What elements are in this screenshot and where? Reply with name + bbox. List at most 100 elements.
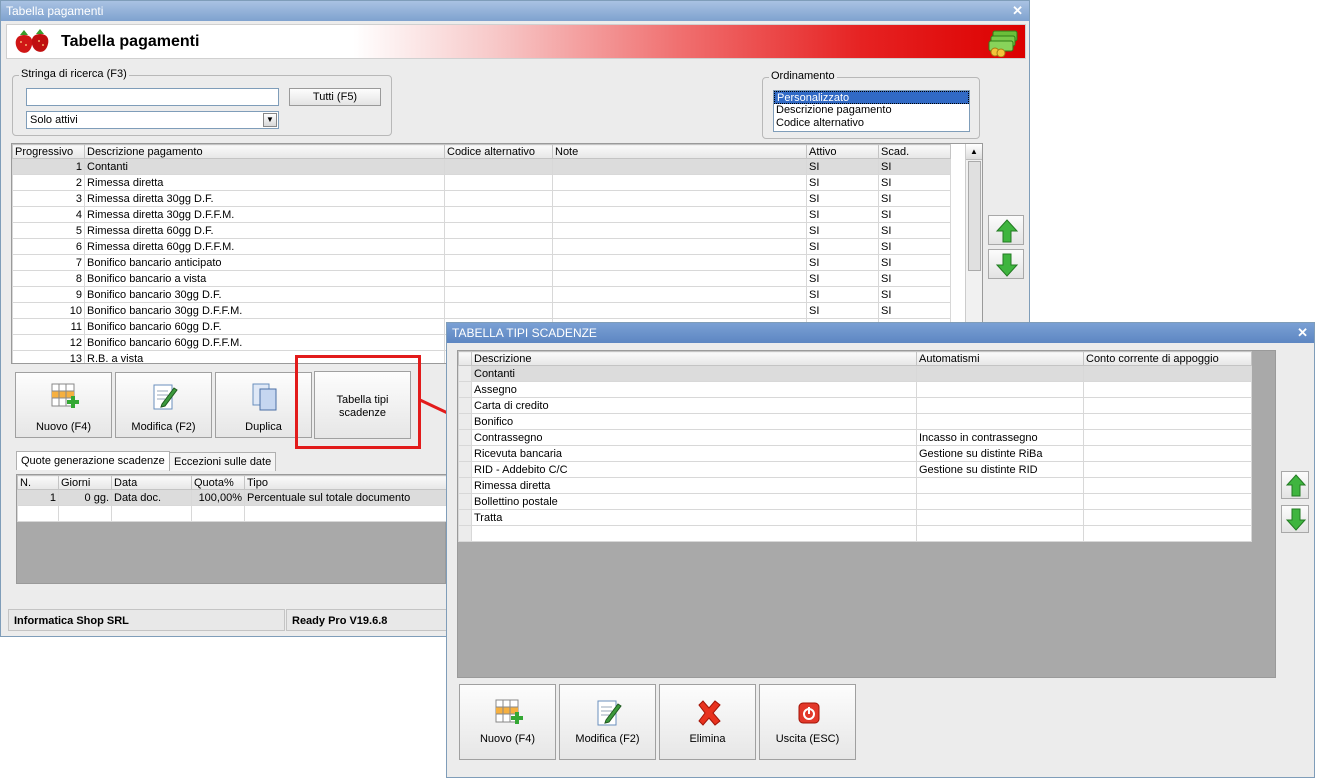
new-button[interactable]: Nuovo (F4): [15, 372, 112, 438]
table-cell[interactable]: [552, 302, 807, 319]
table-cell[interactable]: Tratta: [471, 509, 917, 526]
row-indicator[interactable]: [458, 413, 472, 430]
table-cell[interactable]: Assegno: [471, 381, 917, 398]
table-cell[interactable]: [916, 413, 1084, 430]
table-row[interactable]: 10 gg. Data doc. 100,00% Percentuale sul to…: [17, 489, 448, 506]
row-indicator[interactable]: [458, 493, 472, 510]
table-cell[interactable]: [1083, 445, 1252, 462]
dialog-delete-button[interactable]: Elimina: [659, 684, 756, 760]
table-cell[interactable]: SI: [878, 206, 951, 223]
row-indicator[interactable]: [458, 381, 472, 398]
table-cell[interactable]: [1083, 509, 1252, 526]
table-cell[interactable]: [552, 174, 807, 191]
table-cell[interactable]: SI: [806, 238, 879, 255]
table-cell[interactable]: SI: [878, 238, 951, 255]
table-cell[interactable]: 4: [12, 206, 85, 223]
table-cell[interactable]: SI: [878, 302, 951, 319]
table-cell[interactable]: Bonifico bancario 60gg D.F.: [84, 318, 445, 335]
table-row[interactable]: Ricevuta bancaria Gestione su distinte Ri…: [458, 445, 1252, 462]
row-indicator[interactable]: [458, 509, 472, 526]
close-icon[interactable]: ✕: [1012, 1, 1023, 21]
table-cell[interactable]: Data doc.: [111, 489, 192, 506]
table-cell[interactable]: Ricevuta bancaria: [471, 445, 917, 462]
table-row[interactable]: 3 Rimessa diretta 30gg D.F. SI SI: [12, 190, 951, 207]
chevron-down-icon[interactable]: ▼: [263, 113, 277, 127]
table-cell[interactable]: [1083, 525, 1252, 542]
col-header-codice[interactable]: Codice alternativo: [444, 144, 553, 159]
table-cell[interactable]: [552, 158, 807, 175]
table-cell[interactable]: [552, 190, 807, 207]
table-cell[interactable]: [444, 190, 553, 207]
table-row[interactable]: RID - Addebito C/C Gestione su distinte R…: [458, 461, 1252, 478]
col-header-data[interactable]: Data: [111, 475, 192, 490]
search-input[interactable]: [26, 88, 279, 106]
table-cell[interactable]: [17, 505, 59, 522]
table-cell[interactable]: SI: [806, 206, 879, 223]
table-row[interactable]: 2 Rimessa diretta SI SI: [12, 174, 951, 191]
table-cell[interactable]: [916, 509, 1084, 526]
table-row[interactable]: 10 Bonifico bancario 30gg D.F.F.M. SI SI: [12, 302, 951, 319]
table-cell[interactable]: Rimessa diretta 60gg D.F.F.M.: [84, 238, 445, 255]
table-cell[interactable]: 8: [12, 270, 85, 287]
table-cell[interactable]: Bonifico bancario 60gg D.F.F.M.: [84, 334, 445, 351]
scroll-thumb[interactable]: [968, 161, 981, 271]
row-indicator[interactable]: [458, 461, 472, 478]
table-row-empty[interactable]: [458, 525, 1252, 542]
table-cell[interactable]: [111, 505, 192, 522]
table-cell[interactable]: [444, 174, 553, 191]
table-row[interactable]: Contanti: [458, 365, 1252, 382]
table-cell[interactable]: [916, 525, 1084, 542]
table-cell[interactable]: 13: [12, 350, 85, 363]
table-cell[interactable]: [552, 254, 807, 271]
table-cell[interactable]: Percentuale sul totale documento: [244, 489, 448, 506]
table-cell[interactable]: [552, 238, 807, 255]
table-row[interactable]: 5 Rimessa diretta 60gg D.F. SI SI: [12, 222, 951, 239]
table-cell[interactable]: SI: [806, 158, 879, 175]
table-cell[interactable]: Bonifico: [471, 413, 917, 430]
table-cell[interactable]: [444, 238, 553, 255]
table-cell[interactable]: 11: [12, 318, 85, 335]
scroll-up-icon[interactable]: ▲: [966, 144, 982, 160]
table-row[interactable]: Contrassegno Incasso in contrassegno: [458, 429, 1252, 446]
table-cell[interactable]: Bonifico bancario 30gg D.F.: [84, 286, 445, 303]
table-cell[interactable]: SI: [806, 286, 879, 303]
table-cell[interactable]: Bonifico bancario a vista: [84, 270, 445, 287]
table-cell[interactable]: 2: [12, 174, 85, 191]
col-header-progressivo[interactable]: Progressivo: [12, 144, 85, 159]
table-cell[interactable]: 1: [17, 489, 59, 506]
table-cell[interactable]: Rimessa diretta 30gg D.F.: [84, 190, 445, 207]
table-row[interactable]: Bonifico: [458, 413, 1252, 430]
ordering-option-personalizzato[interactable]: Personalizzato: [774, 91, 969, 104]
table-cell[interactable]: [444, 302, 553, 319]
table-cell[interactable]: [1083, 477, 1252, 494]
table-row[interactable]: Rimessa diretta: [458, 477, 1252, 494]
table-cell[interactable]: SI: [806, 222, 879, 239]
table-row[interactable]: 7 Bonifico bancario anticipato SI SI: [12, 254, 951, 271]
table-cell[interactable]: [916, 397, 1084, 414]
row-indicator[interactable]: [458, 397, 472, 414]
dialog-title-bar[interactable]: TABELLA TIPI SCADENZE ✕: [447, 323, 1314, 343]
ordering-listbox[interactable]: Personalizzato Descrizione pagamento Cod…: [773, 90, 970, 132]
edit-button[interactable]: Modifica (F2): [115, 372, 212, 438]
table-cell[interactable]: Carta di credito: [471, 397, 917, 414]
table-cell[interactable]: [444, 254, 553, 271]
table-row-empty[interactable]: [17, 505, 448, 522]
table-cell[interactable]: [916, 493, 1084, 510]
table-cell[interactable]: SI: [878, 174, 951, 191]
table-cell[interactable]: 12: [12, 334, 85, 351]
table-cell[interactable]: SI: [878, 190, 951, 207]
tab-quote-generazione[interactable]: Quote generazione scadenze: [16, 451, 170, 470]
table-cell[interactable]: SI: [806, 254, 879, 271]
table-cell[interactable]: Bollettino postale: [471, 493, 917, 510]
table-cell[interactable]: [444, 158, 553, 175]
dialog-move-down-button[interactable]: [1281, 505, 1309, 533]
table-cell[interactable]: [552, 206, 807, 223]
table-row[interactable]: Carta di credito: [458, 397, 1252, 414]
table-cell[interactable]: [1083, 365, 1252, 382]
table-cell[interactable]: [458, 525, 472, 542]
table-cell[interactable]: [1083, 397, 1252, 414]
col-header-conto[interactable]: Conto corrente di appoggio: [1083, 351, 1252, 366]
table-cell[interactable]: [244, 505, 448, 522]
table-cell[interactable]: [916, 381, 1084, 398]
main-title-bar[interactable]: Tabella pagamenti ✕: [1, 1, 1029, 21]
